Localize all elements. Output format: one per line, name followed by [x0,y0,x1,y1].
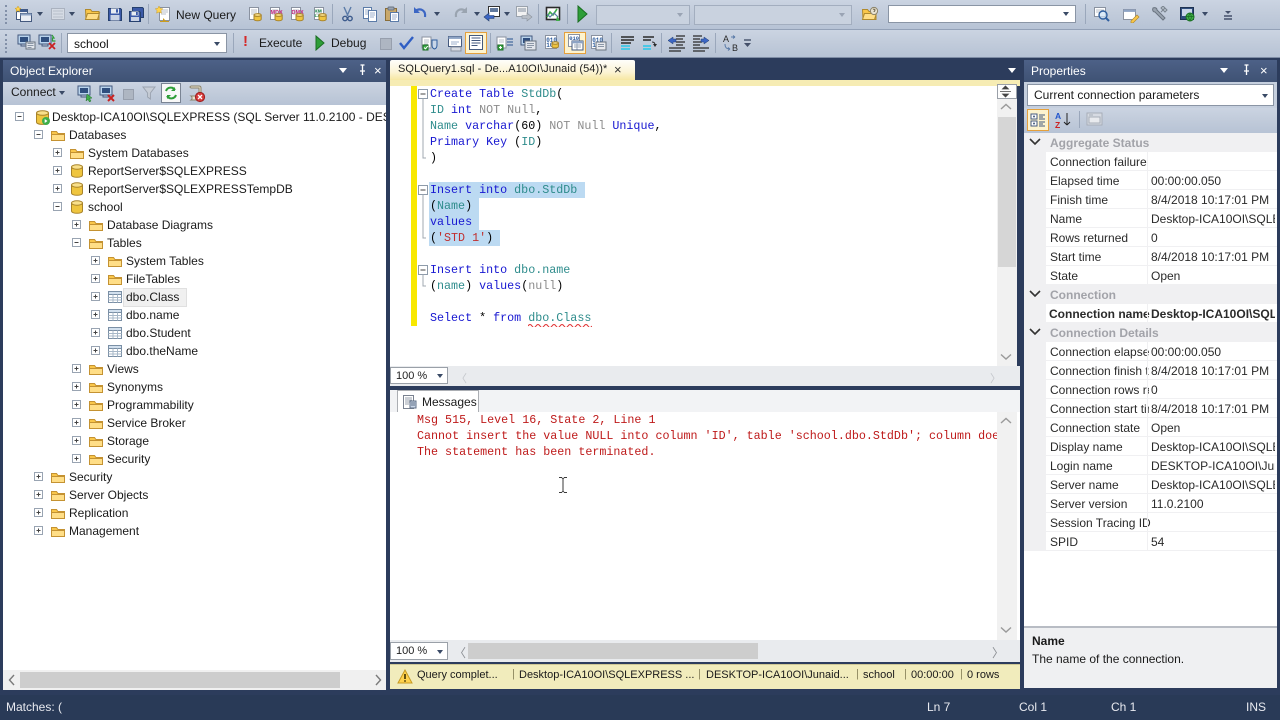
svg-text:A: A [723,34,729,44]
svg-text:B: B [732,43,738,53]
svg-text:Z: Z [1055,120,1060,129]
